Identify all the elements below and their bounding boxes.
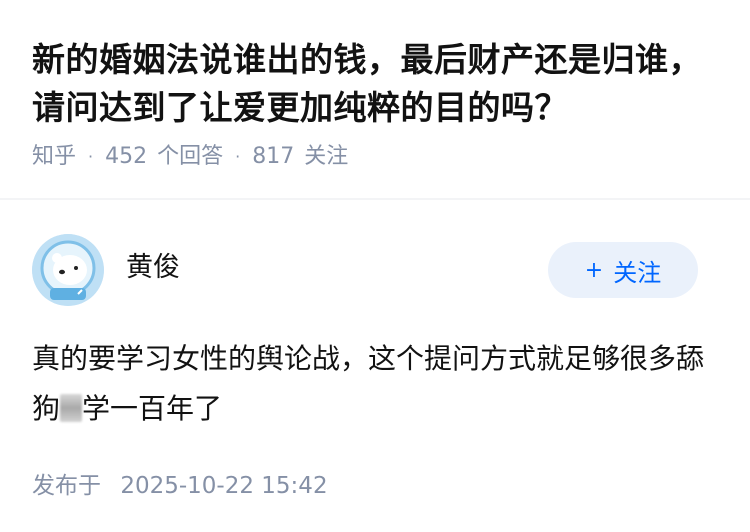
question-title[interactable]: 新的婚姻法说谁出的钱，最后财产还是归谁，请问达到了让爱更加纯粹的目的吗？: [32, 36, 718, 132]
publish-info: 发布于 2025-10-22 15:42: [32, 466, 328, 500]
answers-count: 452: [105, 144, 148, 169]
meta-separator: ·: [235, 147, 241, 166]
author-row: 黄俊 + 关注: [32, 234, 718, 306]
redacted-character: [60, 394, 83, 422]
answers-label[interactable]: 个回答: [157, 142, 223, 172]
followers-label: 关注: [304, 144, 349, 169]
avatar[interactable]: [32, 234, 104, 306]
meta-separator: ·: [88, 147, 94, 166]
answer-content[interactable]: 真的要学习女性的舆论战，这个提问方式就足够很多舔狗 学一百年了: [32, 334, 718, 434]
answer-page: 新的婚姻法说谁出的钱，最后财产还是归谁，请问达到了让爱更加纯粹的目的吗？ 知乎 …: [0, 0, 750, 532]
answer-text-part2: 学一百年了: [82, 392, 223, 425]
publish-label: 发布于: [32, 473, 101, 499]
author-name[interactable]: 黄俊: [126, 245, 180, 284]
polar-bear-astronaut-icon: [32, 234, 104, 306]
publish-time: 2025-10-22 15:42: [120, 473, 328, 499]
follow-button-label: 关注: [613, 258, 662, 287]
follow-button[interactable]: + 关注: [548, 242, 698, 298]
source-label[interactable]: 知乎: [32, 142, 76, 172]
question-meta: 知乎 · 452 个回答 · 817 关注: [32, 142, 718, 172]
answer-card: 黄俊 + 关注 真的要学习女性的舆论战，这个提问方式就足够很多舔狗 学一百年了: [0, 200, 750, 434]
plus-icon: +: [584, 257, 604, 283]
followers-count: 817: [252, 144, 295, 169]
question-card: 新的婚姻法说谁出的钱，最后财产还是归谁，请问达到了让爱更加纯粹的目的吗？ 知乎 …: [0, 0, 750, 200]
